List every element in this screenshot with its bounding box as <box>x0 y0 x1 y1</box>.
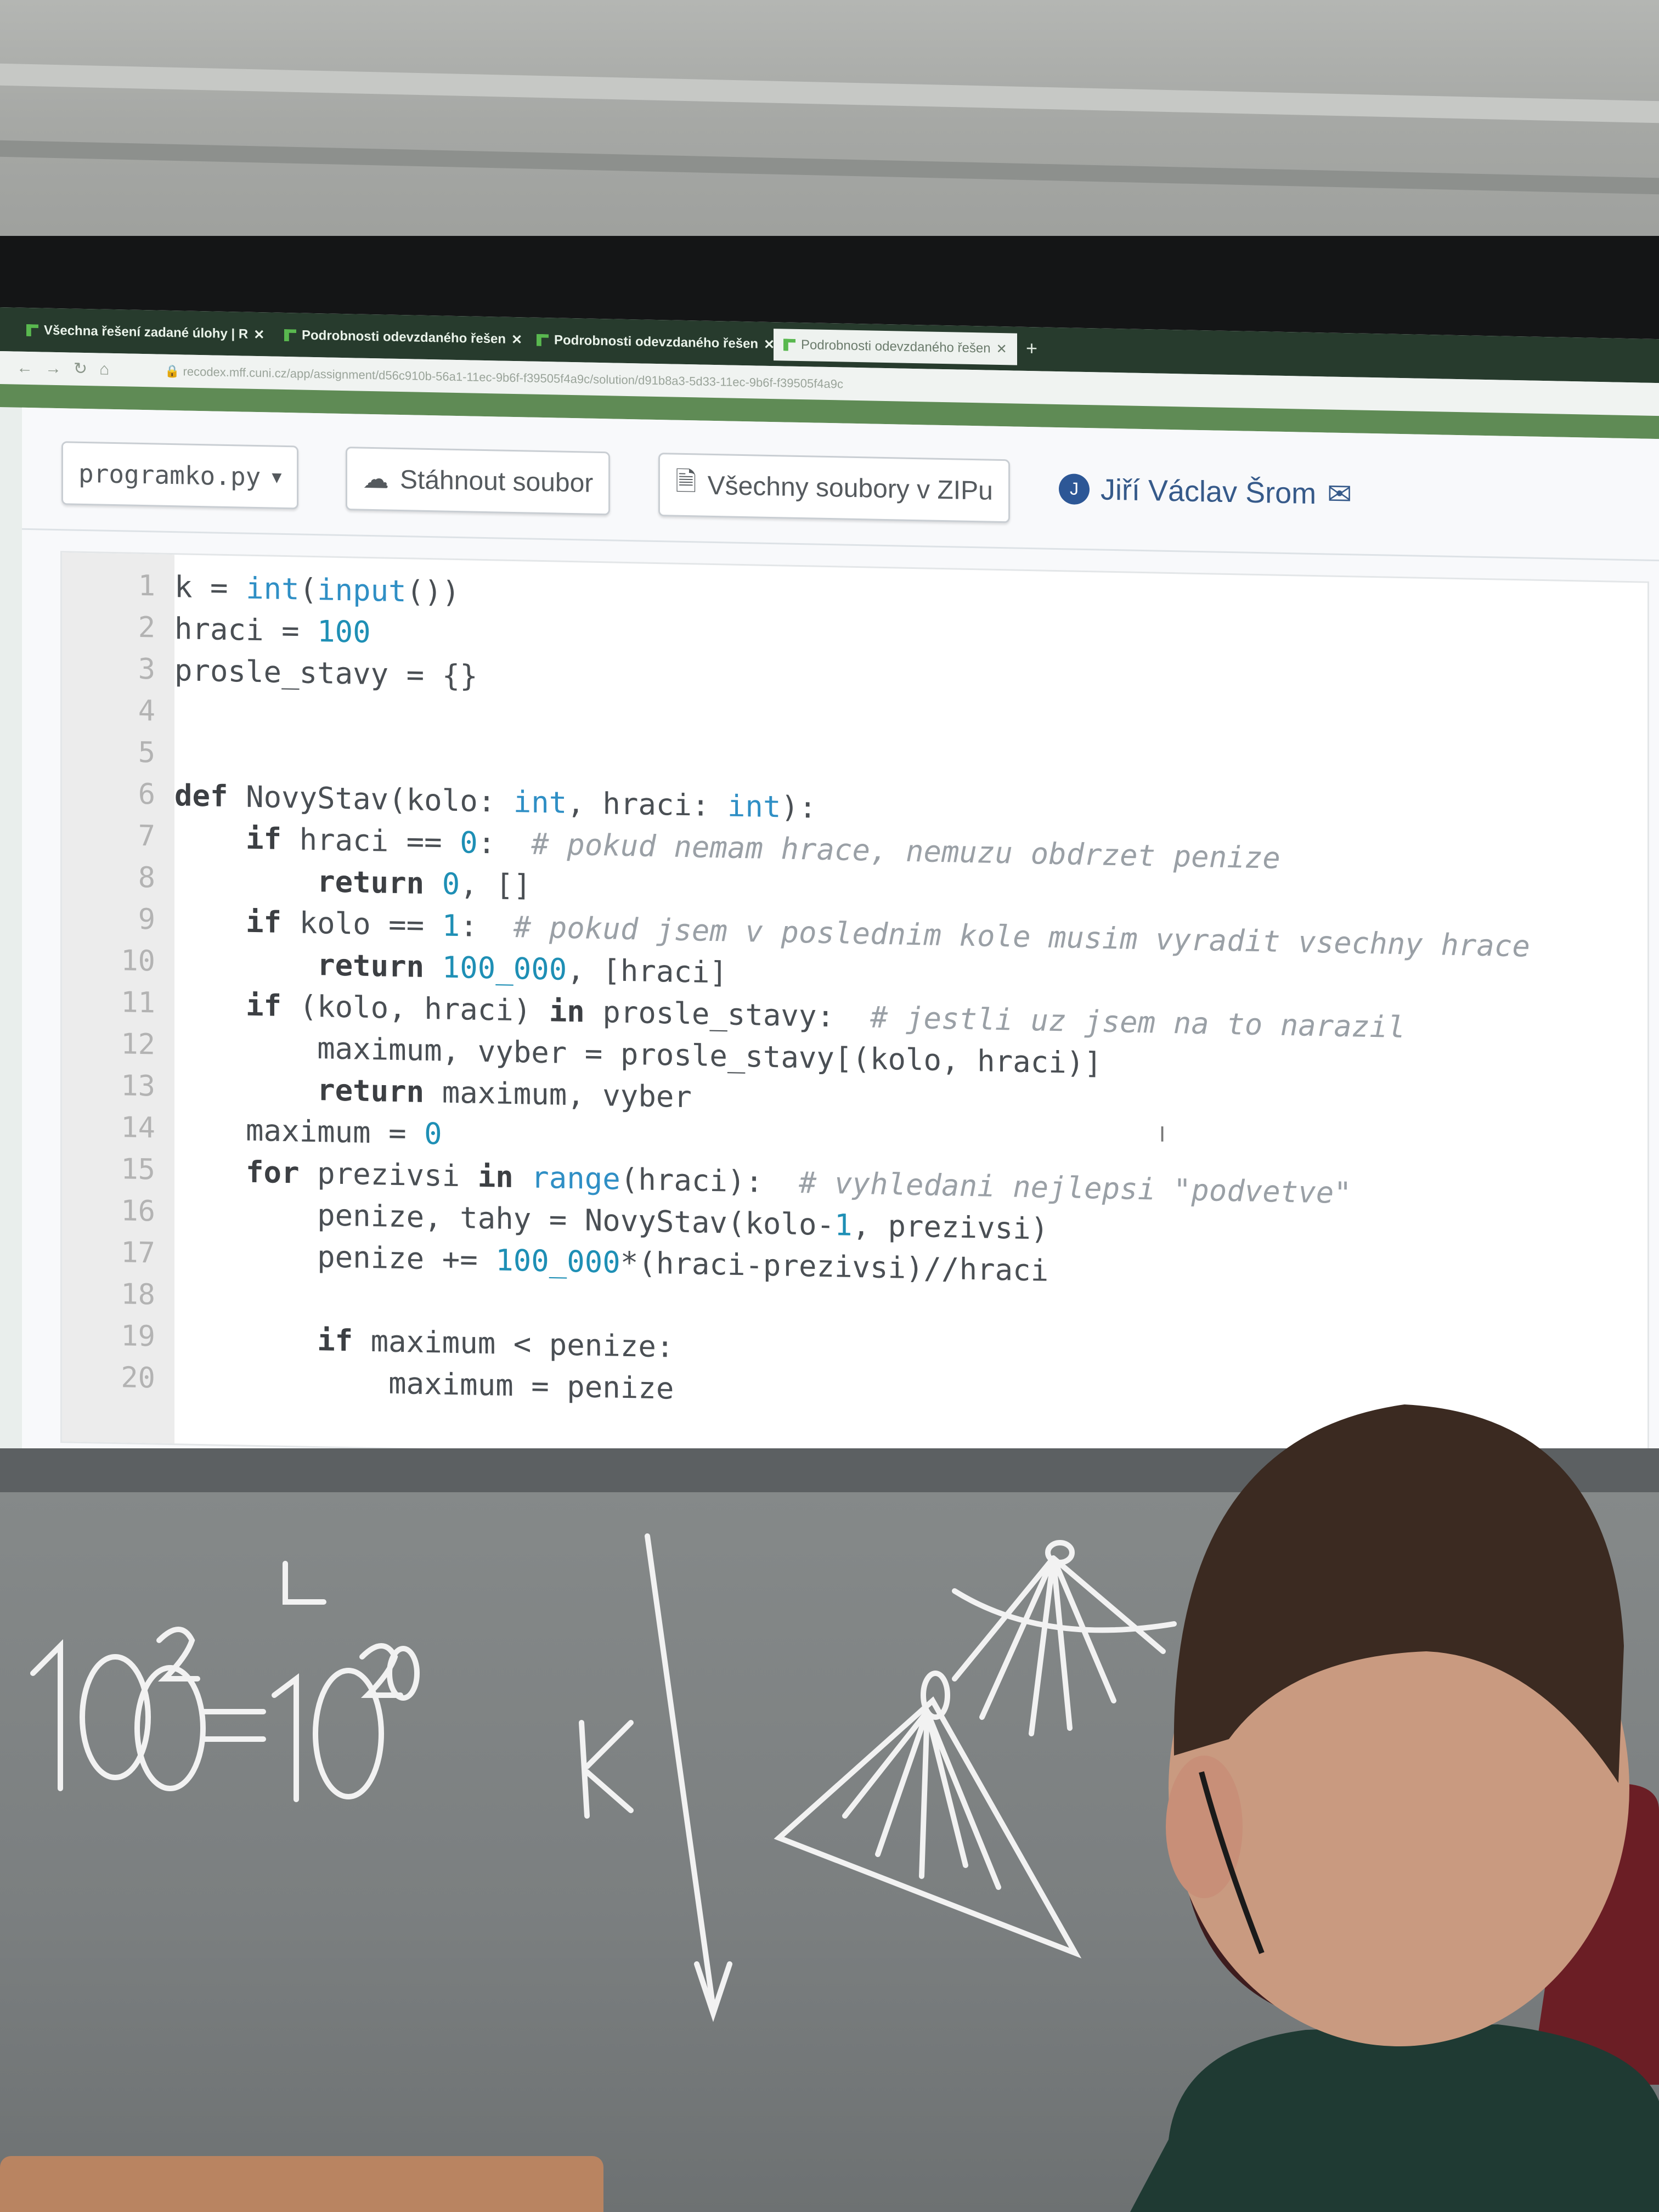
student <box>1130 1404 1659 2212</box>
green-hoodie <box>1130 2024 1659 2212</box>
